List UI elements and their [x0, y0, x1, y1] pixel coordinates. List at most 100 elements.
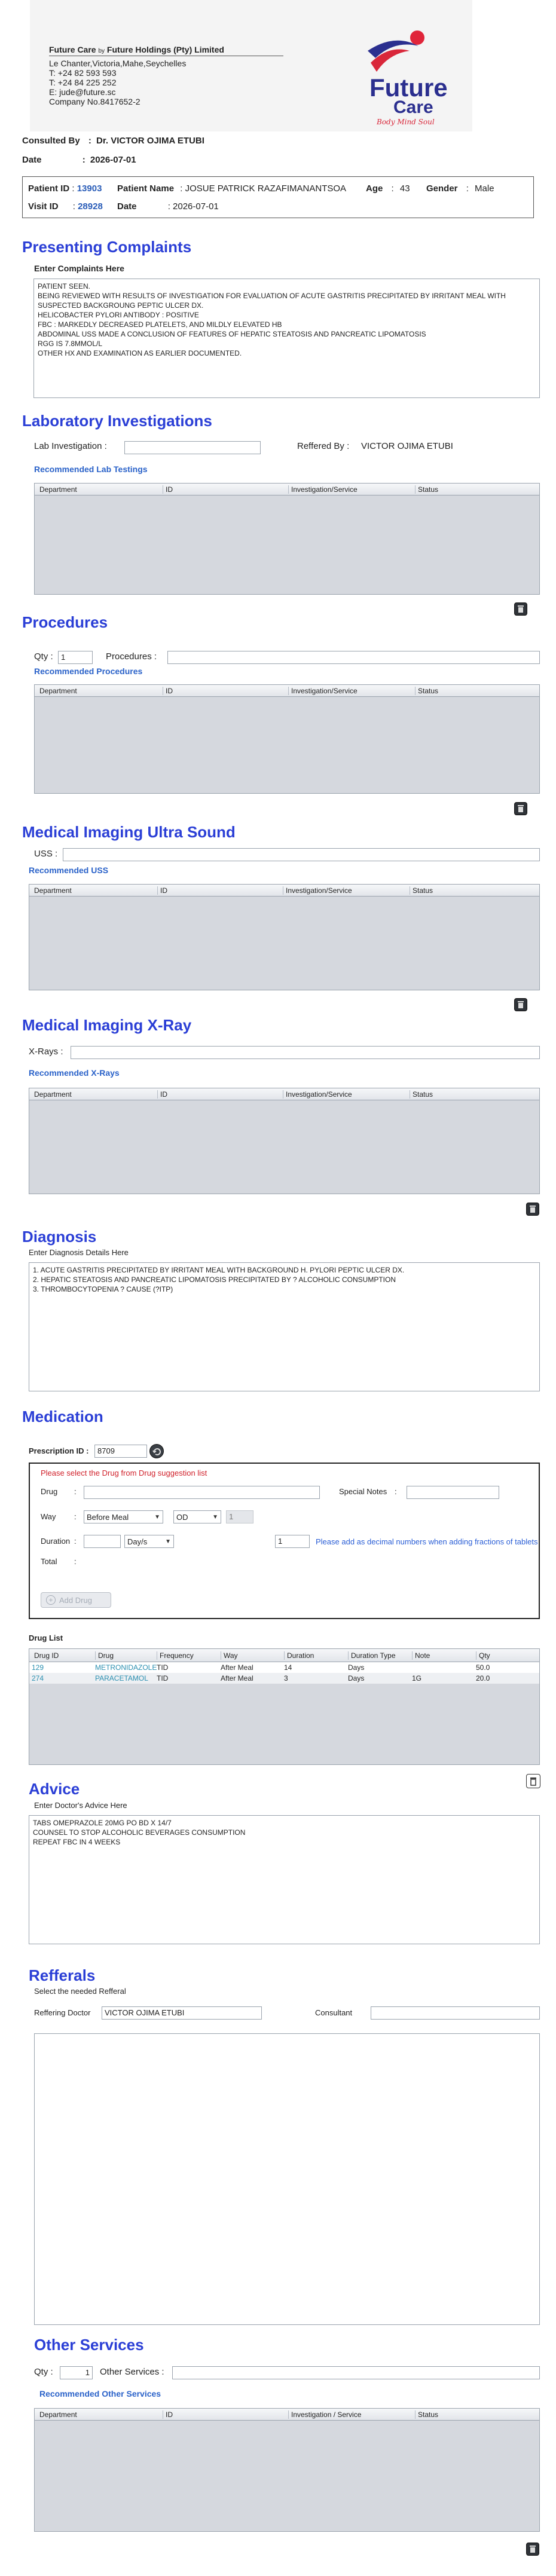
consult-date: Date : 2026-07-01	[22, 155, 136, 165]
drug-frequency: TID	[157, 1674, 169, 1682]
col-drug-id: Drug ID	[34, 1651, 59, 1660]
lab-referred-value: VICTOR OJIMA ETUBI	[361, 441, 453, 451]
other-qty-input[interactable]: 1	[60, 2366, 93, 2379]
refresh-prescription-button[interactable]	[149, 1444, 164, 1458]
visit-id-label: Visit ID	[28, 201, 59, 212]
col-investigation: Investigation / Service	[288, 2410, 361, 2419]
trash-icon	[518, 805, 524, 812]
visit-id-value[interactable]: 28928	[78, 201, 103, 212]
drug-name[interactable]: METRONIDAZOLE	[95, 1663, 157, 1672]
drug-list-label: Drug List	[29, 1633, 63, 1642]
logo-tagline: Body Mind Soul	[377, 118, 435, 126]
xray-label: X-Rays :	[29, 1047, 63, 1057]
consultant-label: Consultant	[315, 2008, 353, 2017]
consultant-input[interactable]	[371, 2006, 540, 2020]
visit-id: Visit ID : 28928	[28, 201, 103, 212]
drug-frequency: TID	[157, 1663, 169, 1672]
patient-name-value: JOSUE PATRICK RAZAFIMANANTSOA	[185, 183, 347, 194]
special-notes-label: Special Notes	[339, 1487, 387, 1496]
drug-input[interactable]	[84, 1486, 320, 1499]
procedures-recommended-label: Recommended Procedures	[34, 666, 143, 676]
diagnosis-textarea[interactable]: 1. ACUTE GASTRITIS PRECIPITATED BY IRRIT…	[29, 1262, 540, 1391]
drug-name[interactable]: PARACETAMOL	[95, 1674, 148, 1682]
patient-age-label: Age	[366, 183, 383, 194]
col-status: Status	[415, 687, 438, 695]
procedures-delete-button[interactable]	[514, 802, 527, 815]
col-investigation: Investigation/Service	[283, 1090, 352, 1099]
company-logo: Future Care Body Mind Soul	[353, 27, 448, 129]
col-status: Status	[410, 1090, 433, 1099]
uss-grid-header: Department ID Investigation/Service Stat…	[29, 885, 539, 897]
other-services-input[interactable]	[172, 2366, 540, 2379]
referral-textarea[interactable]	[34, 2033, 540, 2325]
uss-input[interactable]	[63, 848, 540, 861]
referrals-title: Refferals	[29, 1966, 96, 1984]
procedures-label: Procedures :	[106, 651, 157, 662]
col-id: ID	[157, 1090, 167, 1099]
drug-id[interactable]: 129	[32, 1663, 44, 1672]
complaints-textarea[interactable]: PATIENT SEEN. BEING REVIEWED WITH RESULT…	[33, 279, 540, 398]
lab-delete-button[interactable]	[514, 602, 527, 616]
drug-row[interactable]: 129 METRONIDAZOLE TID After Meal 14 Days…	[29, 1662, 539, 1673]
xray-title: Medical Imaging X-Ray	[22, 1016, 192, 1034]
way-select[interactable]: Before Meal ▼	[84, 1510, 163, 1523]
col-note: Note	[412, 1651, 430, 1660]
frequency-select[interactable]: OD ▼	[173, 1510, 221, 1523]
drug-list-delete-button[interactable]	[526, 1774, 540, 1788]
lab-investigation-label: Lab Investigation :	[34, 441, 107, 451]
drug-row[interactable]: 274 PARACETAMOL TID After Meal 3 Days 1G…	[29, 1673, 539, 1684]
col-id: ID	[163, 485, 173, 494]
lab-recommended-label: Recommended Lab Testings	[34, 464, 148, 474]
chevron-down-icon: ▼	[212, 1513, 218, 1520]
visit-date-label: Date	[117, 201, 137, 212]
patient-info-box	[22, 176, 534, 218]
chevron-down-icon: ▼	[165, 1538, 171, 1545]
company-name: Future Care	[49, 45, 96, 54]
frequency-select-value: OD	[176, 1512, 188, 1522]
procedures-input[interactable]	[167, 651, 540, 664]
complaints-title: Presenting Complaints	[22, 238, 192, 256]
col-id: ID	[157, 886, 167, 895]
prescription-id-input[interactable]: 8709	[94, 1445, 147, 1458]
advice-textarea[interactable]: TABS OMEPRAZOLE 20MG PO BD X 14/7 COUNSE…	[29, 1815, 540, 1944]
col-status: Status	[415, 2410, 438, 2419]
special-notes-input[interactable]	[407, 1486, 499, 1499]
col-status: Status	[415, 485, 438, 494]
company-number: Company No.8417652-2	[49, 97, 140, 106]
patient-gender-label: Gender	[426, 183, 458, 194]
logo-text-care: Care	[393, 97, 433, 117]
lab-investigation-input[interactable]	[124, 441, 261, 454]
xray-input[interactable]	[71, 1046, 540, 1059]
uss-delete-button[interactable]	[514, 998, 527, 1011]
col-duration: Duration	[284, 1651, 314, 1660]
col-drug: Drug	[95, 1651, 114, 1660]
patient-id-value[interactable]: 13903	[77, 183, 102, 194]
referring-doctor-label: Reffering Doctor	[34, 2008, 91, 2017]
drug-duration-type: Days	[348, 1674, 365, 1682]
drug-id[interactable]: 274	[32, 1674, 44, 1682]
other-recommended-label: Recommended Other Services	[39, 2389, 161, 2398]
col-investigation: Investigation/Service	[283, 886, 352, 895]
patient-id: Patient ID : 13903	[28, 183, 102, 194]
uss-recommended-label: Recommended USS	[29, 865, 109, 875]
duration-qty-input[interactable]: 1	[275, 1535, 310, 1548]
col-department: Department	[39, 687, 77, 695]
col-id: ID	[163, 687, 173, 695]
procedures-qty-input[interactable]: 1	[58, 651, 93, 664]
plus-icon: +	[46, 1595, 56, 1605]
xray-grid: Department ID Investigation/Service Stat…	[29, 1088, 540, 1194]
referring-doctor-input[interactable]: VICTOR OJIMA ETUBI	[102, 2006, 262, 2020]
other-services-delete-button[interactable]	[526, 2543, 539, 2556]
duration-unit-select[interactable]: Day/s ▼	[124, 1535, 174, 1548]
patient-gender: Gender : Male	[426, 183, 494, 194]
patient-age: Age : 43	[366, 183, 410, 194]
prescription-id-label: Prescription ID :	[29, 1446, 89, 1455]
advice-title: Advice	[29, 1780, 80, 1798]
consulted-by: Consulted By : Dr. VICTOR OJIMA ETUBI	[22, 136, 204, 146]
xray-delete-button[interactable]	[526, 1203, 539, 1216]
col-investigation: Investigation/Service	[288, 485, 358, 494]
trash-icon	[530, 1206, 536, 1213]
patient-id-label: Patient ID	[28, 183, 70, 194]
add-drug-button[interactable]: + Add Drug	[41, 1592, 111, 1608]
duration-input[interactable]	[84, 1535, 121, 1548]
